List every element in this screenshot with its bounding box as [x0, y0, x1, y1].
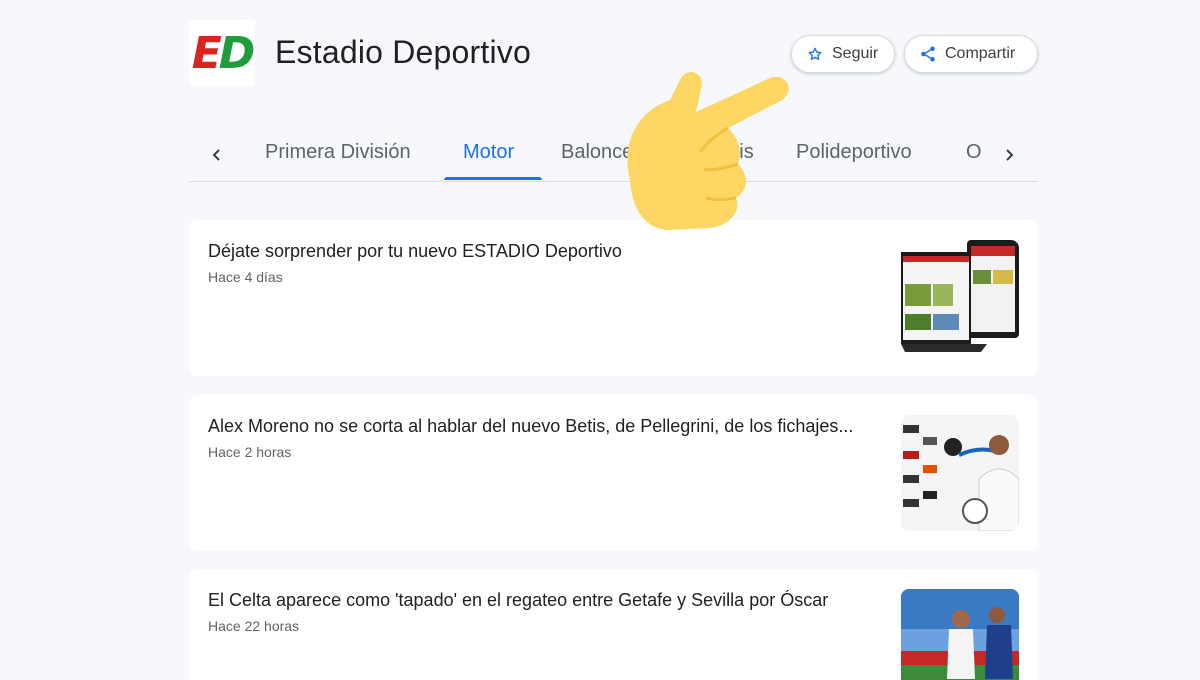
tab-baloncesto[interactable]: Baloncesto [561, 141, 660, 164]
tab-motor[interactable]: Motor [463, 141, 514, 164]
article-thumbnail[interactable] [901, 415, 1019, 531]
tab-tenis[interactable]: Tenis [707, 141, 754, 164]
tab-primera-division[interactable]: Primera División [265, 141, 411, 164]
article-title[interactable]: Déjate sorprender por tu nuevo ESTADIO D… [208, 241, 888, 262]
publication-header: ED Estadio Deportivo Seguir Compartir [189, 20, 1038, 90]
article-thumbnail[interactable] [901, 589, 1019, 680]
tab-strip: Primera División Motor Baloncesto Tenis … [189, 127, 989, 182]
active-tab-indicator [444, 177, 542, 180]
article-time: Hace 22 horas [208, 618, 300, 634]
section-tabs: Primera División Motor Baloncesto Tenis … [189, 127, 1038, 182]
logo-letter-d: D [218, 27, 255, 79]
logo-letter-e: E [191, 27, 222, 79]
scroll-left-button[interactable] [199, 137, 235, 173]
chevron-left-icon [212, 149, 220, 161]
scroll-right-button[interactable] [991, 137, 1027, 173]
article-card[interactable]: El Celta aparece como 'tapado' en el reg… [189, 569, 1038, 680]
star-icon [806, 45, 824, 63]
article-title[interactable]: El Celta aparece como 'tapado' en el reg… [208, 590, 888, 611]
share-button[interactable]: Compartir [904, 35, 1038, 73]
article-card[interactable]: Déjate sorprender por tu nuevo ESTADIO D… [189, 220, 1038, 376]
article-time: Hace 2 horas [208, 444, 292, 460]
publication-logo: ED [189, 20, 255, 86]
article-title[interactable]: Alex Moreno no se corta al hablar del nu… [208, 416, 888, 437]
share-icon [919, 45, 937, 63]
article-time: Hace 4 días [208, 269, 283, 285]
devices-image [901, 240, 1019, 352]
follow-button[interactable]: Seguir [791, 35, 895, 73]
follow-label: Seguir [832, 45, 879, 62]
article-thumbnail[interactable] [901, 240, 1019, 356]
player-photo-image [901, 415, 1019, 531]
tab-more[interactable]: O [966, 141, 982, 164]
match-photo-image [901, 589, 1019, 680]
chevron-right-icon [1006, 149, 1014, 161]
article-card[interactable]: Alex Moreno no se corta al hablar del nu… [189, 395, 1038, 551]
publication-title: Estadio Deportivo [275, 34, 531, 70]
share-label: Compartir [945, 45, 1016, 62]
tab-polideportivo[interactable]: Polideportivo [796, 141, 912, 164]
